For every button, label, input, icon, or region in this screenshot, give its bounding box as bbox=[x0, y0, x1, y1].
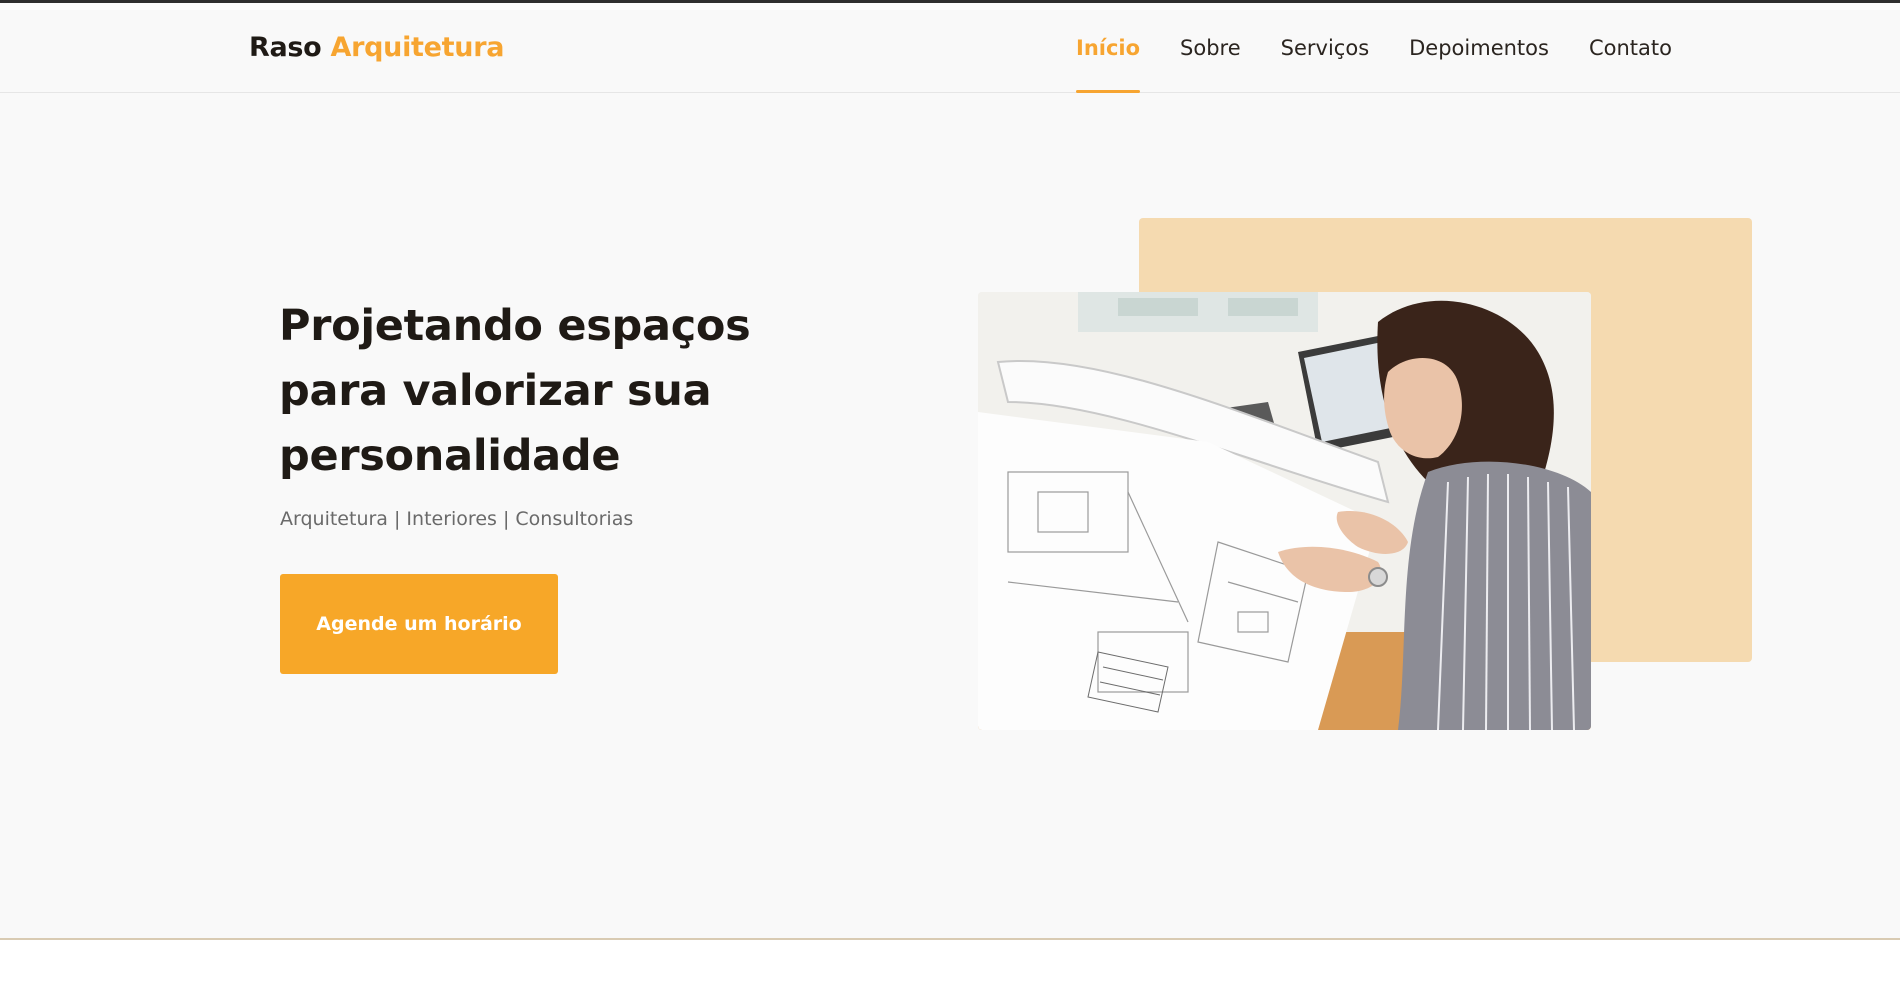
site-header: Raso Arquitetura Início Sobre Serviços D… bbox=[0, 3, 1900, 93]
main-nav: Início Sobre Serviços Depoimentos Contat… bbox=[1076, 3, 1712, 93]
brand-name-part1: Raso bbox=[249, 32, 322, 63]
hero-subtitle: Arquitetura | Interiores | Consultorias bbox=[280, 508, 634, 530]
nav-item-contato[interactable]: Contato bbox=[1589, 3, 1672, 93]
schedule-button[interactable]: Agende um horário bbox=[280, 574, 558, 674]
nav-item-inicio[interactable]: Início bbox=[1076, 3, 1141, 93]
next-section-edge bbox=[0, 938, 1900, 994]
hero-section: Projetando espaços para valorizar sua pe… bbox=[0, 94, 1900, 938]
architect-photo-illustration bbox=[978, 292, 1591, 730]
nav-item-depoimentos[interactable]: Depoimentos bbox=[1409, 3, 1549, 93]
nav-item-servicos[interactable]: Serviços bbox=[1281, 3, 1369, 93]
nav-item-sobre[interactable]: Sobre bbox=[1180, 3, 1241, 93]
hero-headline: Projetando espaços para valorizar sua pe… bbox=[279, 301, 751, 481]
brand-logo[interactable]: Raso Arquitetura bbox=[249, 32, 504, 63]
brand-name-part2: Arquitetura bbox=[330, 32, 505, 63]
hero-photo bbox=[978, 292, 1591, 730]
